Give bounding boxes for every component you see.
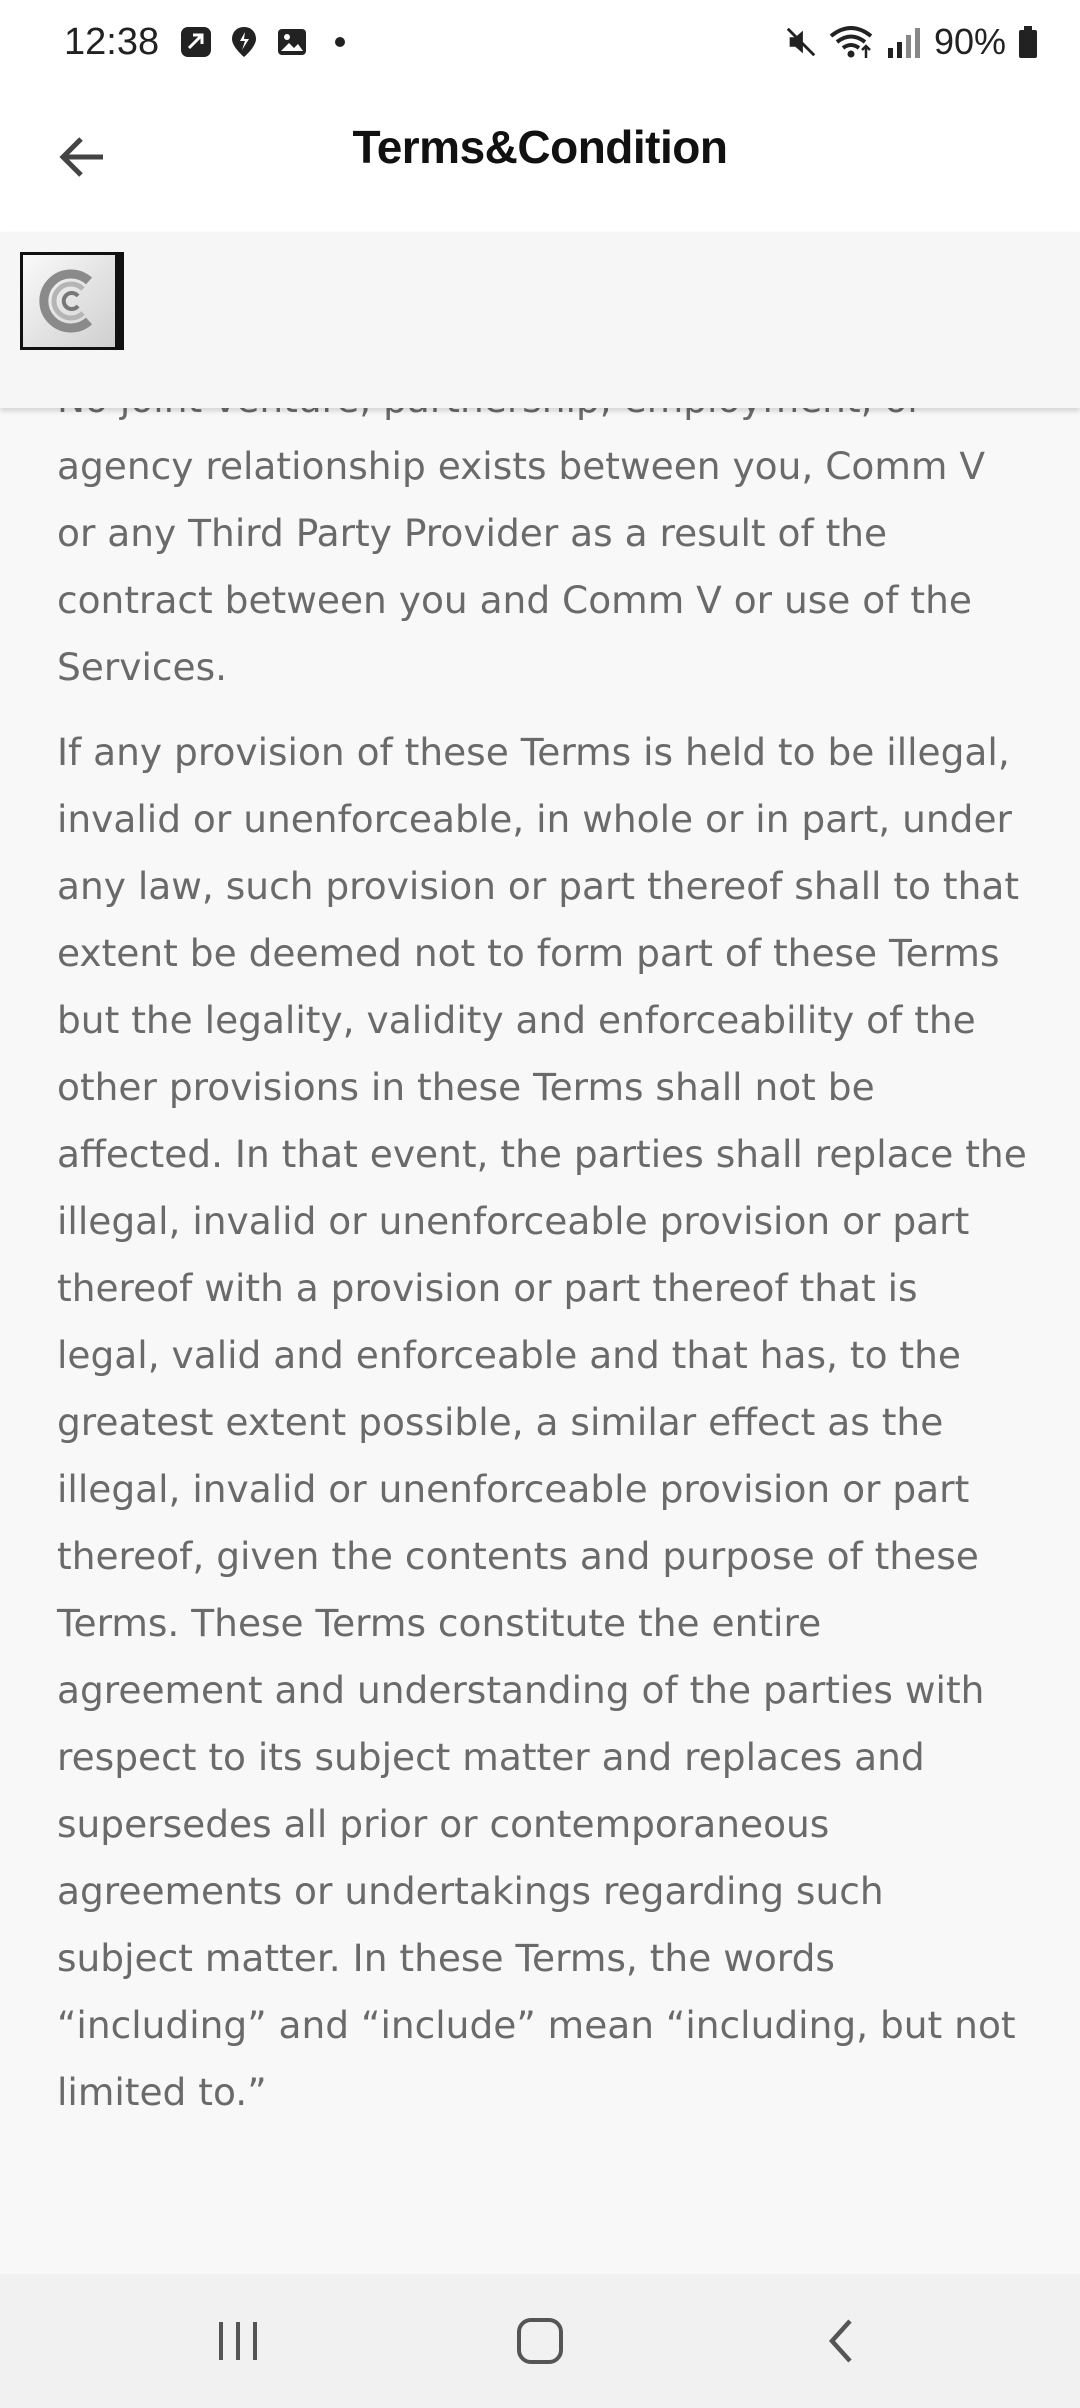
location-notification-icon (227, 25, 261, 59)
home-button[interactable] (480, 2296, 600, 2386)
mute-icon (784, 25, 818, 59)
recent-apps-button[interactable] (178, 2296, 298, 2386)
signal-icon (884, 25, 924, 59)
recent-apps-icon (219, 2322, 257, 2360)
page-title: Terms&Condition (352, 121, 728, 173)
terms-paragraph: No joint venture, partnership, employmen… (57, 408, 985, 689)
company-logo (20, 252, 124, 350)
status-left: 12:38 (64, 16, 357, 68)
logo-c-icon (39, 269, 93, 333)
terms-text: No joint venture, partnership, employmen… (57, 408, 1027, 2144)
terms-content[interactable]: No joint venture, partnership, employmen… (0, 408, 1080, 2274)
more-dot-icon (323, 25, 357, 59)
status-bar: 12:38 90% (0, 0, 1080, 82)
home-icon (517, 2318, 563, 2364)
wifi-icon (828, 25, 874, 59)
system-nav-bar (0, 2274, 1080, 2408)
nav-back-button[interactable] (782, 2296, 902, 2386)
status-right: 90% (784, 16, 1040, 68)
battery-icon (1016, 25, 1040, 59)
app-bar: Terms&Condition (0, 82, 1080, 232)
logo-header (0, 232, 1080, 408)
status-time: 12:38 (64, 20, 160, 63)
terms-paragraph: If any provision of these Terms is held … (57, 730, 1027, 2114)
nav-back-icon (828, 2319, 852, 2363)
app-notification-icon (179, 25, 213, 59)
battery-percent: 90% (933, 21, 1006, 62)
gallery-notification-icon (275, 25, 309, 59)
